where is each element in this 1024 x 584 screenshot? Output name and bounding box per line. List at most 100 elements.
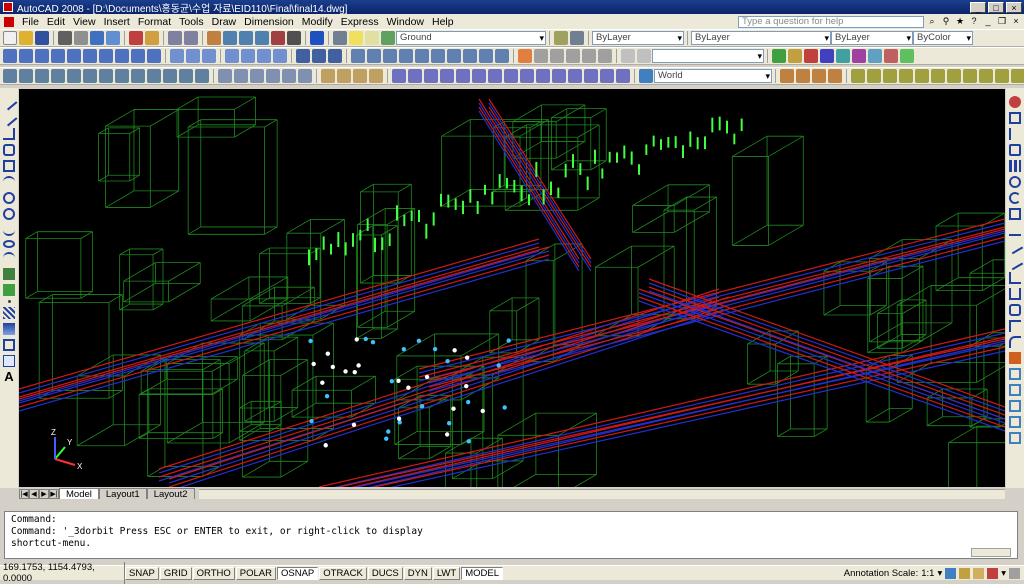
calculator-icon[interactable] xyxy=(287,31,301,45)
ucs-world-icon[interactable] xyxy=(19,69,33,83)
dim-1-icon[interactable] xyxy=(851,69,865,83)
box-icon[interactable] xyxy=(3,49,17,63)
line-icon[interactable] xyxy=(0,93,18,111)
pyramid-icon[interactable] xyxy=(99,49,113,63)
table-icon[interactable] xyxy=(3,355,15,367)
markup-icon[interactable] xyxy=(820,49,834,63)
region-icon[interactable] xyxy=(3,339,15,351)
ucs-ii-9-icon[interactable] xyxy=(520,69,534,83)
sheet-set-icon[interactable] xyxy=(804,49,818,63)
menu-draw[interactable]: Draw xyxy=(208,16,241,28)
make-block-icon[interactable] xyxy=(3,284,15,296)
extend-icon[interactable] xyxy=(1006,253,1024,271)
linetype-combo[interactable]: ByLayer xyxy=(691,31,831,45)
ellipse-icon[interactable] xyxy=(3,240,15,248)
hatch-icon[interactable] xyxy=(3,307,15,319)
undo-icon[interactable] xyxy=(168,31,182,45)
offset-icon[interactable] xyxy=(1009,144,1021,156)
color-combo[interactable]: ByLayer xyxy=(592,31,684,45)
union-icon[interactable] xyxy=(170,49,184,63)
view-front-icon[interactable] xyxy=(415,49,429,63)
spline-icon[interactable] xyxy=(3,224,15,236)
tool-palette-icon[interactable] xyxy=(788,49,802,63)
dc-icon[interactable] xyxy=(772,49,786,63)
ucs-ii-11-icon[interactable] xyxy=(552,69,566,83)
close-button[interactable]: × xyxy=(1006,1,1022,13)
ducs-toggle[interactable]: DUCS xyxy=(367,566,403,580)
rotate-icon[interactable] xyxy=(1009,192,1021,204)
ucs-face-icon[interactable] xyxy=(51,69,65,83)
materials-icon[interactable] xyxy=(884,49,898,63)
publish-icon[interactable] xyxy=(90,31,104,45)
ucs-y-icon[interactable] xyxy=(163,69,177,83)
ucs-ii-7-icon[interactable] xyxy=(488,69,502,83)
3d-align-icon[interactable] xyxy=(257,49,271,63)
lights-icon[interactable] xyxy=(900,49,914,63)
horizontal-scrollbar[interactable] xyxy=(198,489,1005,499)
plot-preview-icon[interactable] xyxy=(74,31,88,45)
annotation-scale-value[interactable]: 1:1 xyxy=(921,568,934,579)
point-icon[interactable] xyxy=(7,300,11,303)
osnap-toggle[interactable]: OSNAP xyxy=(276,566,319,580)
solid-edit-3-icon[interactable] xyxy=(250,69,264,83)
free-orbit-icon[interactable] xyxy=(312,49,326,63)
revision-cloud-icon[interactable] xyxy=(3,208,15,220)
make-layer-current-icon[interactable] xyxy=(554,31,568,45)
toolbar-lock-icon[interactable] xyxy=(973,567,985,579)
chamfer-icon[interactable] xyxy=(1009,320,1021,332)
favorites-icon[interactable]: ★ xyxy=(954,16,966,28)
intersect-icon[interactable] xyxy=(202,49,216,63)
join-icon[interactable] xyxy=(1009,304,1021,316)
menu-insert[interactable]: Insert xyxy=(100,16,134,28)
break-icon[interactable] xyxy=(1009,288,1021,300)
zoom-realtime-icon[interactable] xyxy=(223,31,237,45)
ucs-origin-icon[interactable] xyxy=(99,69,113,83)
command-window[interactable]: Command: Command: '_3dorbit Press ESC or… xyxy=(4,511,1018,559)
status-tray-icon[interactable] xyxy=(987,567,999,579)
tab-first-arrow-icon[interactable]: |◀ xyxy=(19,489,29,499)
construction-line-icon[interactable] xyxy=(0,109,18,127)
ucs-ii-8-icon[interactable] xyxy=(504,69,518,83)
save-icon[interactable] xyxy=(35,31,49,45)
modify-1-icon[interactable] xyxy=(780,69,794,83)
zoom-previous-icon[interactable] xyxy=(255,31,269,45)
layer-properties-icon[interactable] xyxy=(333,31,347,45)
dim-10-icon[interactable] xyxy=(995,69,1009,83)
ucs-ii-13-icon[interactable] xyxy=(584,69,598,83)
status-menu-icon[interactable]: ▾ xyxy=(1001,568,1006,579)
db-connect-icon[interactable] xyxy=(868,49,882,63)
snap-toggle[interactable]: SNAP xyxy=(125,566,159,580)
menu-format[interactable]: Format xyxy=(134,16,175,28)
visual-style-2d-icon[interactable] xyxy=(534,49,548,63)
ucs-view-icon[interactable] xyxy=(83,69,97,83)
clean-screen-icon[interactable] xyxy=(1009,567,1020,579)
3d-dwf-icon[interactable] xyxy=(106,31,120,45)
view-ne-iso-icon[interactable] xyxy=(479,49,493,63)
menu-window[interactable]: Window xyxy=(383,16,428,28)
lineweight-combo[interactable]: ByLayer xyxy=(831,31,913,45)
sphere-icon[interactable] xyxy=(19,49,33,63)
fillet-icon[interactable] xyxy=(1009,336,1021,348)
ucs-ii-5-icon[interactable] xyxy=(456,69,470,83)
view-right-icon[interactable] xyxy=(399,49,413,63)
ucs-x-icon[interactable] xyxy=(147,69,161,83)
extrude-icon[interactable] xyxy=(147,49,161,63)
named-view-combo[interactable] xyxy=(652,49,764,63)
draw-order-4-icon[interactable] xyxy=(1009,416,1021,428)
auto-scale-icon[interactable] xyxy=(959,567,971,579)
minimize-button[interactable]: _ xyxy=(970,1,986,13)
menu-help[interactable]: Help xyxy=(428,16,458,28)
stretch-icon[interactable] xyxy=(1009,224,1021,236)
ortho-toggle[interactable]: ORTHO xyxy=(192,566,235,580)
mesh-2-icon[interactable] xyxy=(337,69,351,83)
ucs-ii-2-icon[interactable] xyxy=(408,69,422,83)
ucs-3-point-icon[interactable] xyxy=(131,69,145,83)
solid-edit-4-icon[interactable] xyxy=(266,69,280,83)
ellipse-arc-icon[interactable] xyxy=(3,252,15,264)
tab-layout2[interactable]: Layout2 xyxy=(146,488,195,500)
model-toggle[interactable]: MODEL xyxy=(461,566,503,580)
redo-icon[interactable] xyxy=(184,31,198,45)
explode-icon[interactable] xyxy=(1009,352,1021,364)
mesh-4-icon[interactable] xyxy=(369,69,383,83)
properties-icon[interactable] xyxy=(271,31,285,45)
